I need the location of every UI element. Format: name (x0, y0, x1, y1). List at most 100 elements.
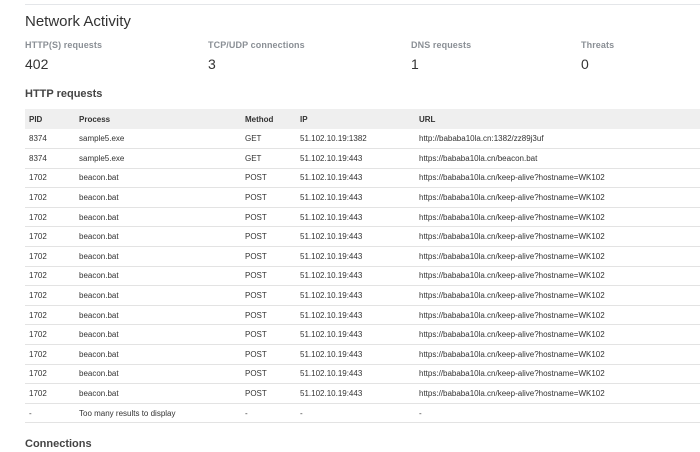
url-cell: https://bababa10la.cn/keep-alive?hostnam… (415, 383, 700, 404)
process-cell: beacon.bat (75, 246, 241, 267)
column-header-url[interactable]: URL (415, 109, 700, 129)
table-row[interactable]: 1702 beacon.bat POST 51.102.10.19:443 https:… (25, 266, 700, 287)
process-cell: beacon.bat (75, 285, 241, 306)
stat-value: 1 (411, 56, 419, 72)
process-cell: sample5.exe (75, 148, 241, 169)
table-row[interactable]: 1702 beacon.bat POST 51.102.10.19:443 https:… (25, 246, 700, 267)
process-cell: beacon.bat (75, 207, 241, 228)
url-cell: https://bababa10la.cn/keep-alive?hostnam… (415, 285, 700, 306)
table-row[interactable]: 1702 beacon.bat POST 51.102.10.19:443 https:… (25, 364, 700, 385)
stat-label: HTTP(S) requests (25, 40, 103, 50)
table-row[interactable]: - Too many results to display - - - (25, 403, 700, 424)
table-row[interactable]: 1702 beacon.bat POST 51.102.10.19:443 https:… (25, 187, 700, 208)
pid-cell: 1702 (25, 246, 75, 267)
process-cell: beacon.bat (75, 226, 241, 248)
method-cell: POST (241, 305, 296, 326)
pid-cell: 1702 (25, 305, 75, 326)
url-cell: https://bababa10la.cn/keep-alive?hostnam… (415, 324, 700, 346)
url-cell: https://bababa10la.cn/keep-alive?hostnam… (415, 246, 700, 267)
ip-cell: 51.102.10.19:1382 (296, 129, 415, 150)
http-requests-table: PID Process Method IP URL 8374 sample5.ex… (25, 109, 700, 424)
ip-cell: 51.102.10.19:443 (296, 226, 415, 248)
table-row[interactable]: 1702 beacon.bat POST 51.102.10.19:443 https:… (25, 168, 700, 189)
column-header-ip[interactable]: IP (296, 109, 415, 129)
pid-cell: 1702 (25, 364, 75, 385)
column-header-process[interactable]: Process (75, 109, 241, 129)
table-row[interactable]: 1702 beacon.bat POST 51.102.10.19:443 https:… (25, 324, 700, 346)
process-cell: beacon.bat (75, 168, 241, 189)
stat-label: TCP/UDP connections (208, 40, 305, 50)
pid-cell: 1702 (25, 324, 75, 346)
url-cell: https://bababa10la.cn/keep-alive?hostnam… (415, 226, 700, 248)
url-cell: https://bababa10la.cn/keep-alive?hostnam… (415, 207, 700, 228)
method-cell: - (241, 403, 296, 424)
table-row[interactable]: 8374 sample5.exe GET 51.102.10.19:1382 http:… (25, 129, 700, 150)
stat-dns-requests: DNS requests 1 (411, 40, 471, 72)
process-cell: beacon.bat (75, 344, 241, 365)
process-cell: sample5.exe (75, 129, 241, 150)
stat-label: DNS requests (411, 40, 472, 50)
method-cell: POST (241, 187, 296, 208)
ip-cell: 51.102.10.19:443 (296, 266, 415, 287)
method-cell: POST (241, 383, 296, 404)
method-cell: POST (241, 207, 296, 228)
page-title: Network Activity (25, 13, 131, 30)
top-divider (0, 0, 700, 5)
stat-value: 0 (581, 56, 589, 72)
stat-value: 402 (25, 56, 49, 72)
method-cell: POST (241, 226, 296, 248)
table-row[interactable]: 1702 beacon.bat POST 51.102.10.19:443 https:… (25, 226, 700, 248)
method-cell: POST (241, 285, 296, 306)
url-cell: https://bababa10la.cn/keep-alive?hostnam… (415, 364, 700, 385)
pid-cell: - (25, 403, 75, 424)
pid-cell: 1702 (25, 187, 75, 208)
url-cell: https://bababa10la.cn/keep-alive?hostnam… (415, 187, 700, 208)
stat-tcp-udp-connections: TCP/UDP connections 3 (208, 40, 305, 72)
stat-label: Threats (581, 40, 615, 50)
ip-cell: 51.102.10.19:443 (296, 324, 415, 346)
pid-cell: 1702 (25, 383, 75, 404)
ip-cell: 51.102.10.19:443 (296, 285, 415, 306)
process-cell: beacon.bat (75, 324, 241, 346)
url-cell: https://bababa10la.cn/beacon.bat (415, 148, 700, 169)
process-cell: beacon.bat (75, 383, 241, 404)
table-row[interactable]: 8374 sample5.exe GET 51.102.10.19:443 https:… (25, 148, 700, 169)
process-cell: beacon.bat (75, 266, 241, 287)
ip-cell: 51.102.10.19:443 (296, 168, 415, 189)
ip-cell: 51.102.10.19:443 (296, 207, 415, 228)
stat-http-requests: HTTP(S) requests 402 (25, 40, 102, 72)
method-cell: POST (241, 344, 296, 365)
column-header-pid[interactable]: PID (25, 109, 75, 129)
url-cell: https://bababa10la.cn/keep-alive?hostnam… (415, 168, 700, 189)
pid-cell: 8374 (25, 148, 75, 169)
ip-cell: 51.102.10.19:443 (296, 364, 415, 385)
method-cell: GET (241, 129, 296, 150)
divider-line (25, 4, 700, 5)
pid-cell: 1702 (25, 344, 75, 365)
process-cell: beacon.bat (75, 305, 241, 326)
method-cell: POST (241, 324, 296, 346)
method-cell: GET (241, 148, 296, 169)
pid-cell: 1702 (25, 168, 75, 189)
pid-cell: 8374 (25, 129, 75, 150)
stat-threats: Threats 0 (581, 40, 614, 72)
stat-value: 3 (208, 56, 216, 72)
table-row[interactable]: 1702 beacon.bat POST 51.102.10.19:443 https:… (25, 285, 700, 306)
url-cell: https://bababa10la.cn/keep-alive?hostnam… (415, 305, 700, 326)
method-cell: POST (241, 266, 296, 287)
table-row[interactable]: 1702 beacon.bat POST 51.102.10.19:443 https:… (25, 344, 700, 365)
table-row[interactable]: 1702 beacon.bat POST 51.102.10.19:443 https:… (25, 383, 700, 404)
url-cell: http://bababa10la.cn:1382/zz89j3uf (415, 129, 700, 150)
table-row[interactable]: 1702 beacon.bat POST 51.102.10.19:443 https:… (25, 305, 700, 326)
url-cell: https://bababa10la.cn/keep-alive?hostnam… (415, 266, 700, 287)
pid-cell: 1702 (25, 207, 75, 228)
method-cell: POST (241, 364, 296, 385)
stats-row: HTTP(S) requests 402 TCP/UDP connections… (25, 40, 700, 72)
column-header-method[interactable]: Method (241, 109, 296, 129)
table-row[interactable]: 1702 beacon.bat POST 51.102.10.19:443 https:… (25, 207, 700, 228)
ip-cell: 51.102.10.19:443 (296, 344, 415, 365)
process-cell: beacon.bat (75, 187, 241, 208)
process-cell: Too many results to display (75, 403, 241, 424)
ip-cell: - (296, 403, 415, 424)
ip-cell: 51.102.10.19:443 (296, 305, 415, 326)
